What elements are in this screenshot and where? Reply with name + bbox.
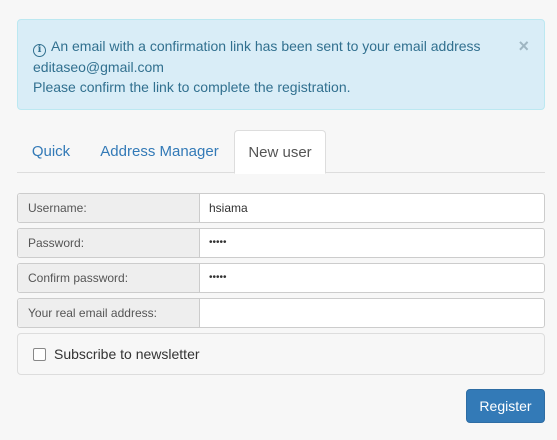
newsletter-label: Subscribe to newsletter bbox=[54, 346, 200, 362]
password-row: Password: ••••• bbox=[17, 228, 545, 258]
alert-message: An email with a confirmation link has be… bbox=[51, 38, 481, 54]
newsletter-option[interactable]: Subscribe to newsletter bbox=[17, 333, 545, 375]
email-field[interactable] bbox=[200, 299, 544, 327]
info-circle-icon: i bbox=[33, 44, 46, 57]
alert-instruction: Please confirm the link to complete the … bbox=[33, 79, 351, 95]
tab-new-user[interactable]: New user bbox=[234, 130, 326, 174]
password-label: Password: bbox=[18, 229, 200, 257]
register-button[interactable]: Register bbox=[466, 389, 545, 423]
username-row: Username: hsiama bbox=[17, 193, 545, 223]
confirm-password-field[interactable]: ••••• bbox=[200, 264, 544, 292]
close-icon[interactable]: × bbox=[518, 36, 529, 56]
tab-address-manager[interactable]: Address Manager bbox=[92, 130, 227, 173]
email-row: Your real email address: bbox=[17, 298, 545, 328]
username-field[interactable]: hsiama bbox=[200, 194, 544, 222]
tab-quick[interactable]: Quick bbox=[17, 130, 85, 173]
confirm-password-row: Confirm password: ••••• bbox=[17, 263, 545, 293]
registration-panel: i An email with a confirmation link has b… bbox=[0, 0, 557, 440]
newsletter-checkbox[interactable] bbox=[33, 348, 46, 361]
tab-bar: Quick Address Manager New user bbox=[17, 130, 545, 174]
alert-line-1: i An email with a confirmation link has b… bbox=[33, 36, 504, 57]
email-label: Your real email address: bbox=[18, 299, 200, 327]
alert-email: editaseo@gmail.com bbox=[33, 59, 164, 75]
confirmation-alert: i An email with a confirmation link has b… bbox=[17, 19, 545, 110]
password-field[interactable]: ••••• bbox=[200, 229, 544, 257]
confirm-password-label: Confirm password: bbox=[18, 264, 200, 292]
username-label: Username: bbox=[18, 194, 200, 222]
